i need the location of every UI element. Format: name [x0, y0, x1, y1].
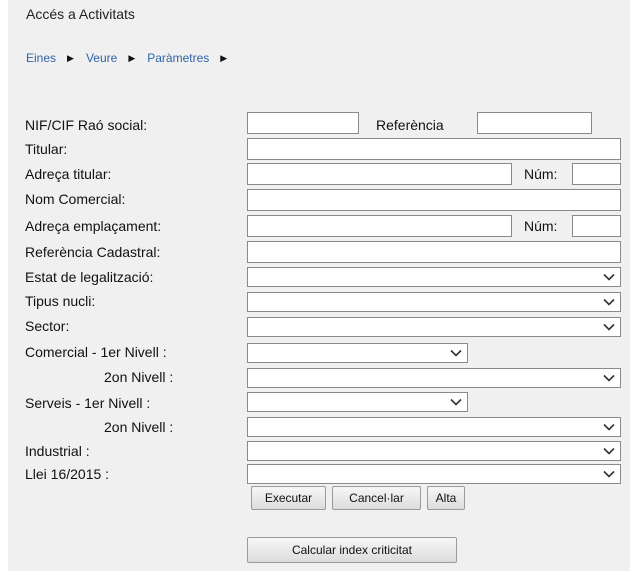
breadcrumb-veure[interactable]: Veure	[86, 51, 117, 65]
executar-button[interactable]: Executar	[251, 486, 326, 510]
tipus-nucli-label: Tipus nucli:	[25, 293, 96, 309]
triangle-right-icon: ▶	[220, 52, 228, 63]
llei-select[interactable]	[247, 464, 621, 484]
ref-cadastral-label: Referència Cadastral:	[25, 244, 161, 260]
comercial-1-select[interactable]	[247, 343, 468, 363]
cancelar-button[interactable]: Cancel·lar	[332, 486, 421, 510]
num-label: Núm:	[524, 166, 558, 182]
breadcrumb: Eines ▶ Veure ▶ Paràmetres ▶	[26, 51, 239, 65]
nom-comercial-input[interactable]	[247, 189, 621, 211]
breadcrumb-eines[interactable]: Eines	[26, 51, 56, 65]
adreca-titular-label: Adreça titular:	[25, 166, 112, 182]
triangle-right-icon: ▶	[67, 52, 74, 63]
adreca-emplacament-input[interactable]	[247, 215, 512, 237]
page-title: Accés a Activitats	[26, 6, 135, 22]
chevron-down-icon	[603, 423, 615, 431]
serveis-1-label: Serveis - 1er Nivell :	[25, 395, 151, 411]
alta-button[interactable]: Alta	[427, 486, 465, 510]
nif-label: NIF/CIF Raó social:	[25, 117, 148, 133]
industrial-label: Industrial :	[25, 443, 90, 459]
sector-select[interactable]	[247, 317, 621, 337]
chevron-down-icon	[603, 447, 615, 455]
comercial-2-select[interactable]	[247, 368, 621, 388]
tipus-nucli-select[interactable]	[247, 292, 621, 312]
serveis-2-select[interactable]	[247, 417, 621, 437]
serveis-1-select[interactable]	[247, 392, 468, 412]
comercial-1-label: Comercial - 1er Nivell :	[25, 344, 167, 360]
estat-select[interactable]	[247, 267, 621, 287]
chevron-down-icon	[450, 398, 462, 406]
calcular-index-button[interactable]: Calcular index criticitat	[247, 537, 457, 563]
ref-cadastral-input[interactable]	[247, 241, 621, 263]
industrial-select[interactable]	[247, 441, 621, 461]
titular-input[interactable]	[247, 138, 621, 160]
triangle-right-icon: ▶	[128, 52, 136, 63]
serveis-2-label: 2on Nivell :	[104, 419, 174, 435]
num-emplacament-input[interactable]	[572, 215, 621, 237]
comercial-2-label: 2on Nivell :	[104, 369, 174, 385]
adreca-titular-input[interactable]	[247, 163, 512, 185]
estat-label: Estat de legalització:	[25, 269, 154, 285]
chevron-down-icon	[603, 298, 615, 306]
chevron-down-icon	[603, 323, 615, 331]
nom-comercial-label: Nom Comercial:	[25, 191, 126, 207]
breadcrumb-parametres[interactable]: Paràmetres	[147, 51, 209, 65]
chevron-down-icon	[450, 349, 462, 357]
nif-input[interactable]	[247, 112, 359, 134]
num-label: Núm:	[524, 218, 558, 234]
sector-label: Sector:	[25, 318, 70, 334]
titular-label: Titular:	[25, 141, 68, 157]
adreca-emplacament-label: Adreça emplaçament:	[25, 218, 162, 234]
chevron-down-icon	[603, 470, 615, 478]
llei-label: Llei 16/2015 :	[25, 466, 110, 482]
chevron-down-icon	[603, 374, 615, 382]
num-titular-input[interactable]	[572, 163, 621, 185]
referencia-input[interactable]	[477, 112, 592, 134]
chevron-down-icon	[603, 273, 615, 281]
referencia-label: Referència	[376, 117, 444, 133]
